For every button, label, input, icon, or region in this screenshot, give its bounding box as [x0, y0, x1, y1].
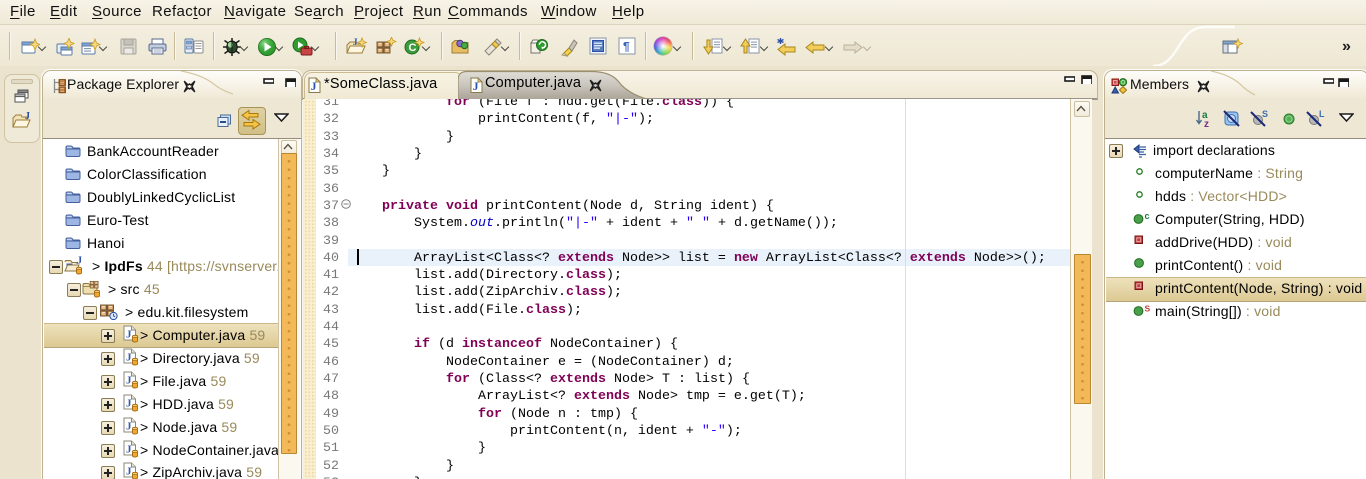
svg-text:c: c — [1145, 212, 1150, 221]
svg-text:L: L — [1319, 109, 1325, 119]
svg-text:z: z — [1204, 119, 1209, 128]
svg-text:¶: ¶ — [623, 40, 630, 54]
svg-text:S: S — [1262, 109, 1268, 119]
svg-text:J: J — [77, 256, 82, 267]
svg-text:J: J — [25, 111, 30, 122]
svg-text:C: C — [409, 42, 417, 54]
svg-text:S: S — [1145, 304, 1151, 314]
svg-text:J: J — [353, 37, 358, 47]
